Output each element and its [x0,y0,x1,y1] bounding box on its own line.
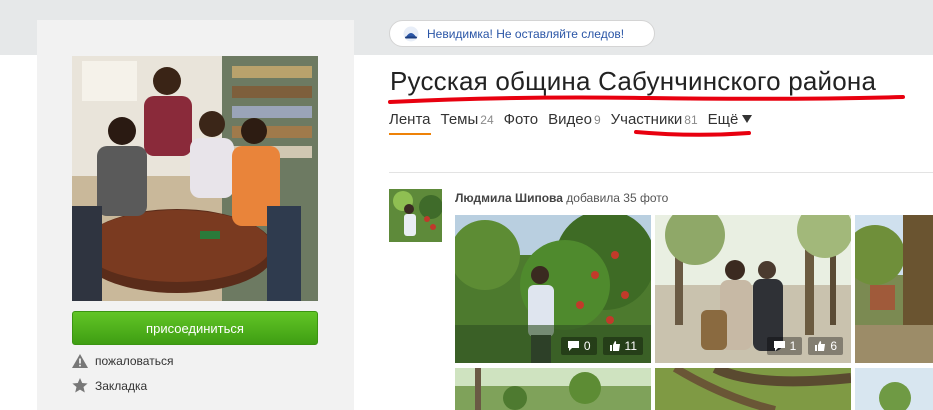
feed-photo-6[interactable] [855,368,933,410]
promo-text: Невидимка! Не оставляйте следов! [427,26,625,41]
warning-icon [72,354,88,368]
photo-5-image [655,368,851,410]
photo-1-comments[interactable]: 0 [560,337,597,355]
report-label: пожаловаться [95,354,174,368]
comment-icon [567,341,579,351]
like-icon [609,341,620,351]
feed-divider [389,172,933,173]
like-icon [815,341,826,351]
tab-more-label: Ещё [707,111,739,128]
tab-members-count: 81 [684,113,698,127]
tab-photos[interactable]: Фото [504,111,538,133]
report-link[interactable]: пожаловаться [72,354,173,368]
photo-2-comments[interactable]: 1 [766,337,803,355]
group-avatar[interactable] [72,56,318,301]
tab-topics-label: Темы [440,111,479,128]
join-button[interactable]: присоединиться [72,311,318,345]
photo-1-likes[interactable]: 11 [602,337,643,355]
tab-topics[interactable]: Темы 24 [441,111,494,133]
tab-videos-label: Видео [548,111,592,128]
star-icon [72,378,88,393]
tab-feed[interactable]: Лента [389,111,431,135]
post-author[interactable]: Людмила Шипова [455,191,563,205]
comment-icon [773,341,785,351]
tab-members[interactable]: Участники 81 [611,111,698,133]
photo-2-likes[interactable]: 6 [808,337,843,355]
feed-photo-4[interactable] [455,368,651,410]
photo-1-comment-count: 0 [583,339,591,353]
tab-members-label: Участники [610,111,683,128]
invisible-hat-icon [403,26,419,41]
group-tabs: Лента Темы 24 Фото Видео 9 Участники 81 Ещё [389,111,762,135]
tab-more[interactable]: Ещё [708,111,753,133]
feed-photo-2[interactable]: 1 6 [655,215,851,363]
poster-avatar[interactable] [389,189,442,242]
feed-post-header: Людмила Шипова добавила 35 фото [455,191,668,205]
tab-videos[interactable]: Видео 9 [548,111,601,133]
bookmark-link[interactable]: Закладка [72,378,147,393]
photo-1-stats: 0 11 [560,337,643,355]
photo-2-like-count: 6 [830,339,837,353]
photo-6-image [855,368,933,410]
tab-feed-label: Лента [389,111,431,128]
feed-photo-3[interactable] [855,215,933,363]
photo-2-stats: 1 6 [766,337,843,355]
photo-4-image [455,368,651,410]
invisible-mode-promo[interactable]: Невидимка! Не оставляйте следов! [389,20,655,47]
poster-avatar-image [389,189,442,242]
tab-topics-count: 24 [480,113,494,127]
feed-photo-5[interactable] [655,368,851,410]
feed-photo-1[interactable]: 0 11 [455,215,651,363]
group-photo-image [72,56,318,301]
photo-3-image [855,215,933,363]
group-title: Русская община Сабунчинского района [390,66,877,96]
post-action: добавила 35 фото [566,191,669,205]
tab-photos-label: Фото [503,111,539,128]
bookmark-label: Закладка [95,378,148,393]
photo-1-like-count: 11 [624,339,637,353]
photo-2-comment-count: 1 [789,339,797,353]
tab-videos-count: 9 [593,113,601,127]
caret-down-icon [742,115,753,123]
